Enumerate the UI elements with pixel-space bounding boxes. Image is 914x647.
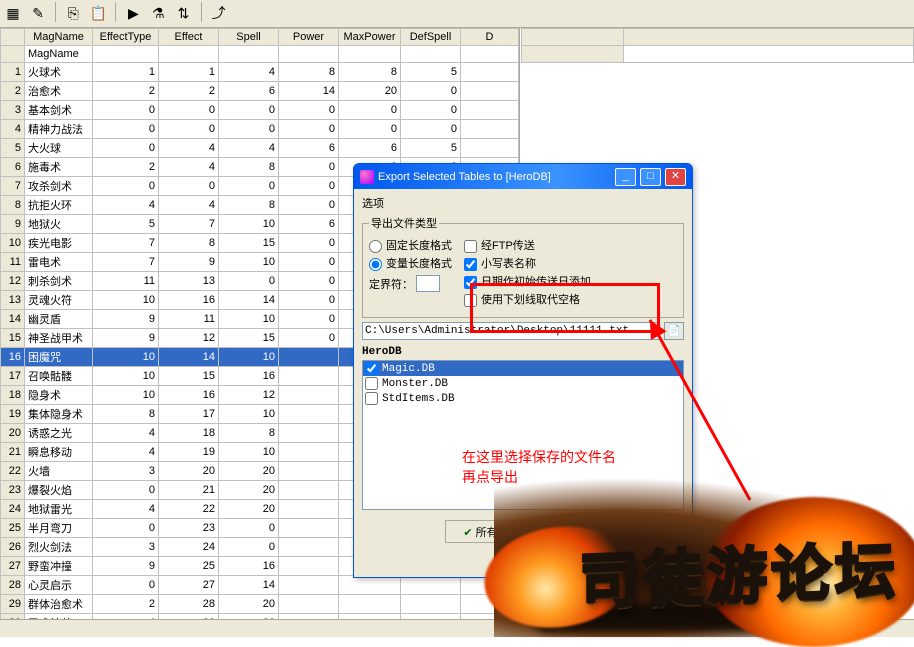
tb-paste-icon[interactable]: 📋: [87, 1, 109, 23]
list-item[interactable]: Magic.DB: [363, 361, 683, 376]
col-DefSpell[interactable]: DefSpell: [401, 29, 461, 46]
db-label: HeroDB: [362, 346, 684, 358]
delimiter-row: 定界符：: [369, 275, 452, 292]
table-row[interactable]: 5大火球044665: [1, 139, 519, 158]
tb-filter-icon[interactable]: ⚗: [147, 1, 169, 23]
export-type-group: 导出文件类型 固定长度格式 变量长度格式 定界符： 经FTP传送 小写表名称 日…: [362, 215, 684, 318]
col-D[interactable]: D: [461, 29, 519, 46]
col-MagName[interactable]: MagName: [25, 29, 93, 46]
list-item[interactable]: Monster.DB: [363, 376, 683, 391]
chk-date[interactable]: 日期作初始传送日添加: [464, 273, 591, 289]
status-bar: [0, 619, 914, 637]
dialog-icon: [360, 170, 374, 184]
col-Spell[interactable]: Spell: [219, 29, 279, 46]
chk-underscore[interactable]: 使用下划线取代空格: [464, 291, 591, 307]
tb-run-icon[interactable]: ▶: [122, 1, 144, 23]
minimize-button[interactable]: _: [615, 168, 636, 186]
chk-ftp[interactable]: 经FTP传送: [464, 237, 591, 253]
table-row[interactable]: 1火球术114885: [1, 63, 519, 82]
export-dialog: Export Selected Tables to [HeroDB] _ □ ✕…: [353, 163, 693, 578]
dialog-title: Export Selected Tables to [HeroDB]: [378, 171, 551, 183]
table-row[interactable]: 3基本剑术000000: [1, 101, 519, 120]
table-row[interactable]: 4精神力战法000000: [1, 120, 519, 139]
chk-lowercase[interactable]: 小写表名称: [464, 255, 591, 271]
select-none-button[interactable]: ✘ 取消: [531, 520, 601, 543]
col-EffectType[interactable]: EffectType: [93, 29, 159, 46]
col-Effect[interactable]: Effect: [159, 29, 219, 46]
export-path-input[interactable]: [362, 322, 660, 340]
delimiter-input[interactable]: [416, 275, 440, 292]
tb-copy-icon[interactable]: ⎘: [62, 1, 84, 23]
table-listbox[interactable]: Magic.DBMonster.DBStdItems.DB: [362, 360, 684, 510]
select-all-button[interactable]: ✔ 所有: [445, 520, 515, 543]
tb-sort-icon[interactable]: ⇅: [173, 1, 195, 23]
table-row[interactable]: 2治愈术22614200: [1, 82, 519, 101]
radio-fixed-length[interactable]: 固定长度格式: [369, 237, 452, 253]
list-item[interactable]: StdItems.DB: [363, 391, 683, 406]
maximize-button[interactable]: □: [640, 168, 661, 186]
table-row[interactable]: 29群体治愈术22820: [1, 595, 519, 614]
table-row[interactable]: 28心灵启示02714: [1, 576, 519, 595]
options-label: 选项: [362, 195, 684, 211]
browse-button[interactable]: 📄: [664, 322, 684, 340]
tb-pencil-icon[interactable]: ✎: [27, 1, 49, 23]
tb-grid-icon[interactable]: ▦: [2, 1, 24, 23]
radio-variable-length[interactable]: 变量长度格式: [369, 255, 452, 271]
close-button[interactable]: ✕: [665, 168, 686, 186]
col-Power[interactable]: Power: [279, 29, 339, 46]
dialog-titlebar[interactable]: Export Selected Tables to [HeroDB] _ □ ✕: [354, 164, 692, 189]
tb-export-icon[interactable]: ⤴: [208, 1, 230, 23]
col-MaxPower[interactable]: MaxPower: [339, 29, 401, 46]
export-type-legend: 导出文件类型: [369, 215, 439, 231]
main-toolbar: ▦ ✎ ⎘ 📋 ▶ ⚗ ⇅ ⤴: [0, 0, 914, 28]
